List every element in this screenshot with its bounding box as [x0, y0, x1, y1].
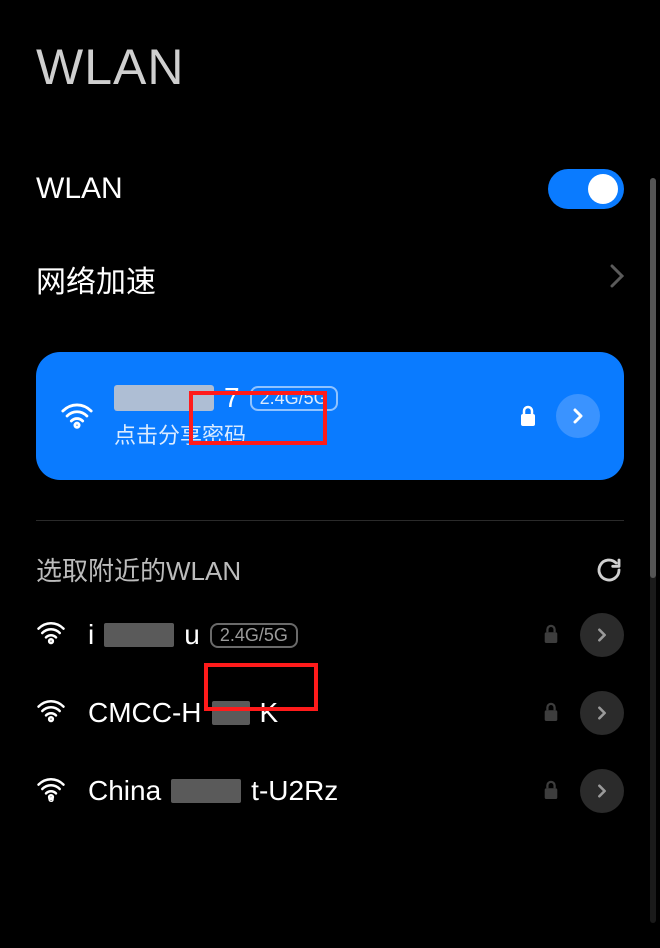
wlan-toggle-label: WLAN — [36, 172, 123, 206]
scrollbar[interactable] — [650, 178, 656, 923]
network-acceleration-label: 网络加速 — [36, 257, 156, 301]
nearby-network-row[interactable]: iu 2.4G/5G — [36, 596, 624, 674]
connected-details-button[interactable] — [556, 394, 600, 438]
nearby-network-name: Chinat-U2Rz — [88, 775, 542, 807]
network-acceleration-row[interactable]: 网络加速 — [36, 234, 624, 324]
page-title: WLAN — [36, 38, 624, 96]
chevron-right-icon — [610, 262, 624, 296]
refresh-icon[interactable] — [594, 555, 624, 585]
connected-network-card[interactable]: 7 2.4G/5G 点击分享密码 — [36, 352, 624, 480]
lock-icon — [542, 701, 562, 725]
scrollbar-thumb[interactable] — [650, 178, 656, 578]
nearby-network-row[interactable]: 6 Chinat-U2Rz — [36, 752, 624, 830]
svg-text:6: 6 — [48, 793, 54, 804]
lock-icon — [542, 779, 562, 803]
network-details-button[interactable] — [580, 613, 624, 657]
connected-subtitle: 点击分享密码 — [114, 418, 518, 450]
nearby-section-header: 选取附近的WLAN — [36, 551, 624, 588]
wifi-icon — [36, 696, 66, 731]
wifi-icon — [60, 399, 94, 433]
nearby-network-name: iu 2.4G/5G — [88, 619, 542, 651]
network-details-button[interactable] — [580, 769, 624, 813]
lock-icon — [518, 404, 538, 428]
band-badge: 2.4G/5G — [250, 386, 338, 411]
nearby-network-row[interactable]: CMCC-HK — [36, 674, 624, 752]
connected-ssid-suffix: 7 — [224, 382, 240, 414]
wlan-toggle-row[interactable]: WLAN — [36, 144, 624, 234]
wifi-icon — [36, 618, 66, 653]
connected-ssid-redacted — [114, 385, 214, 411]
lock-icon — [542, 623, 562, 647]
divider — [36, 520, 624, 521]
nearby-section-title: 选取附近的WLAN — [36, 551, 241, 588]
wifi-icon: 6 — [36, 774, 66, 809]
network-details-button[interactable] — [580, 691, 624, 735]
nearby-network-name: CMCC-HK — [88, 697, 542, 729]
wlan-toggle[interactable] — [548, 169, 624, 209]
band-badge: 2.4G/5G — [210, 623, 298, 648]
